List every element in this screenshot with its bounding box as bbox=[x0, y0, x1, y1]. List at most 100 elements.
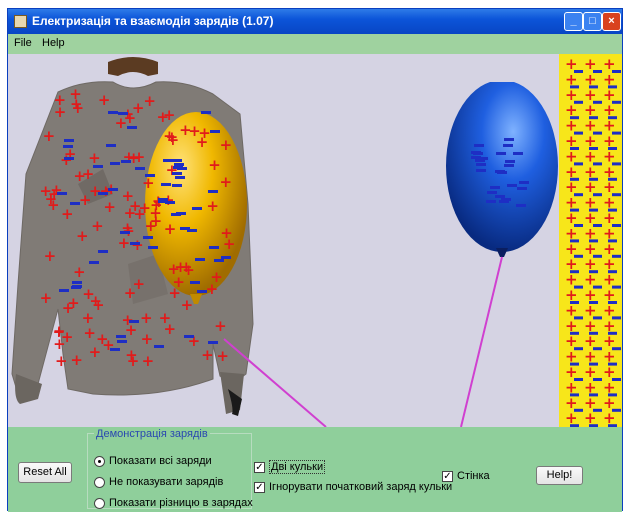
negative-charge bbox=[92, 164, 103, 168]
positive-charge: + bbox=[149, 211, 163, 230]
simulation-canvas: + + + + + + + + + + + + + + + + + + + + + + + + + + + + + + + + + + + + + + + +… bbox=[8, 54, 622, 427]
help-button[interactable]: Help! bbox=[536, 466, 583, 485]
negative-charge bbox=[207, 190, 218, 194]
radio-hide-label: Не показувати зарядів bbox=[109, 476, 224, 488]
minimize-button[interactable]: _ bbox=[564, 12, 583, 31]
negative-charge bbox=[144, 173, 155, 177]
negative-charge bbox=[110, 161, 121, 165]
positive-charge: + bbox=[97, 90, 111, 109]
positive-charge: + bbox=[76, 227, 89, 246]
positive-charge: + bbox=[103, 197, 116, 216]
negative-charge bbox=[201, 111, 212, 115]
negative-charge bbox=[120, 159, 131, 163]
negative-charge bbox=[153, 345, 164, 349]
negative-charge bbox=[127, 125, 138, 129]
menu-file[interactable]: File bbox=[14, 37, 32, 49]
negative-charge bbox=[71, 281, 82, 285]
negative-charge bbox=[57, 191, 68, 195]
negative-charge bbox=[208, 246, 219, 250]
negative-charge bbox=[518, 181, 529, 185]
negative-charge bbox=[499, 200, 510, 204]
negative-charge bbox=[171, 171, 182, 175]
negative-charge bbox=[476, 156, 487, 160]
title-bar[interactable]: Електризація та взаємодія зарядів (1.07)… bbox=[8, 9, 622, 34]
app-window: Електризація та взаємодія зарядів (1.07)… bbox=[7, 8, 623, 512]
positive-charge: + bbox=[201, 346, 214, 365]
positive-charge: + bbox=[60, 327, 74, 346]
negative-charge bbox=[108, 187, 119, 191]
negative-charge bbox=[175, 176, 186, 180]
negative-charge bbox=[190, 280, 201, 284]
positive-charge: + bbox=[117, 233, 131, 252]
negative-charge bbox=[105, 143, 116, 147]
positive-charge: + bbox=[42, 126, 56, 145]
reset-all-button[interactable]: Reset All bbox=[18, 462, 72, 483]
radio-show-all-indicator[interactable] bbox=[94, 456, 105, 467]
negative-charge bbox=[186, 228, 197, 232]
negative-charge bbox=[142, 235, 153, 239]
positive-charge: + bbox=[214, 317, 227, 336]
checkbox-ignore-initial-box[interactable]: ✓ bbox=[254, 482, 265, 493]
negative-charge bbox=[148, 245, 159, 249]
negative-charge bbox=[196, 289, 207, 293]
positive-charge: + bbox=[132, 274, 146, 293]
positive-charge: + bbox=[180, 296, 194, 315]
negative-charge bbox=[207, 340, 218, 344]
control-panel: Reset All Демонстрація зарядів Показати … bbox=[8, 427, 622, 512]
radio-difference-indicator[interactable] bbox=[94, 498, 105, 509]
menu-bar: File Help bbox=[8, 34, 622, 54]
negative-charge bbox=[516, 203, 527, 207]
negative-charge bbox=[118, 111, 129, 115]
positive-charge: + bbox=[220, 223, 233, 242]
menu-help[interactable]: Help bbox=[42, 37, 65, 49]
negative-charge bbox=[110, 348, 121, 352]
positive-charge: + bbox=[44, 190, 58, 209]
negative-charge bbox=[495, 170, 506, 174]
positive-charge: + bbox=[133, 204, 146, 223]
positive-charge: + bbox=[91, 216, 104, 235]
positive-charge: + bbox=[174, 257, 187, 276]
negative-charge bbox=[475, 168, 486, 172]
positive-charge: + bbox=[140, 309, 153, 328]
positive-charge: + bbox=[73, 167, 86, 186]
positive-charge: + bbox=[206, 197, 219, 216]
radio-show-all-label: Показати всі заряди bbox=[109, 455, 212, 467]
radio-difference-label: Показати різницю в зарядах bbox=[109, 497, 253, 509]
positive-charge: + bbox=[172, 273, 185, 292]
positive-charge: + bbox=[81, 309, 95, 328]
checkbox-wall-label: Стінка bbox=[457, 470, 490, 482]
negative-charge bbox=[503, 164, 514, 168]
positive-charge: + bbox=[83, 323, 96, 342]
positive-charge: + bbox=[140, 329, 154, 348]
wall: + + + + + + + + + + + + + + + + + + + + + + + + + + + + + + + + + + + + + + + +… bbox=[559, 54, 622, 427]
positive-charge: + bbox=[70, 351, 83, 370]
checkbox-wall-box[interactable]: ✓ bbox=[442, 471, 453, 482]
positive-charge: + bbox=[205, 279, 219, 298]
negative-charge bbox=[89, 260, 100, 264]
positive-charge: + bbox=[82, 284, 95, 303]
maximize-button[interactable]: □ bbox=[583, 12, 602, 31]
negative-charge bbox=[192, 207, 203, 211]
positive-charge: + bbox=[124, 320, 138, 339]
positive-charge: + bbox=[61, 299, 75, 318]
negative-charge bbox=[130, 242, 141, 246]
negative-charge bbox=[158, 197, 168, 201]
negative-charge bbox=[503, 138, 514, 142]
positive-charge: + bbox=[158, 308, 172, 327]
negative-charge bbox=[97, 250, 108, 254]
negative-charge bbox=[172, 183, 183, 187]
java-app-icon bbox=[14, 15, 27, 28]
positive-charge: + bbox=[54, 352, 68, 371]
positive-charge: + bbox=[126, 352, 140, 371]
positive-charge: + bbox=[69, 85, 82, 104]
positive-charge: + bbox=[143, 91, 156, 110]
positive-charge: + bbox=[141, 174, 155, 193]
positive-charge: + bbox=[88, 343, 102, 362]
negative-charge bbox=[473, 151, 484, 155]
negative-charge bbox=[116, 334, 126, 338]
negative-charge bbox=[63, 156, 74, 160]
checkbox-two-balloons-box[interactable]: ✓ bbox=[254, 462, 265, 473]
negative-charge bbox=[512, 151, 523, 155]
radio-hide-indicator[interactable] bbox=[94, 477, 105, 488]
close-button[interactable]: × bbox=[602, 12, 621, 31]
